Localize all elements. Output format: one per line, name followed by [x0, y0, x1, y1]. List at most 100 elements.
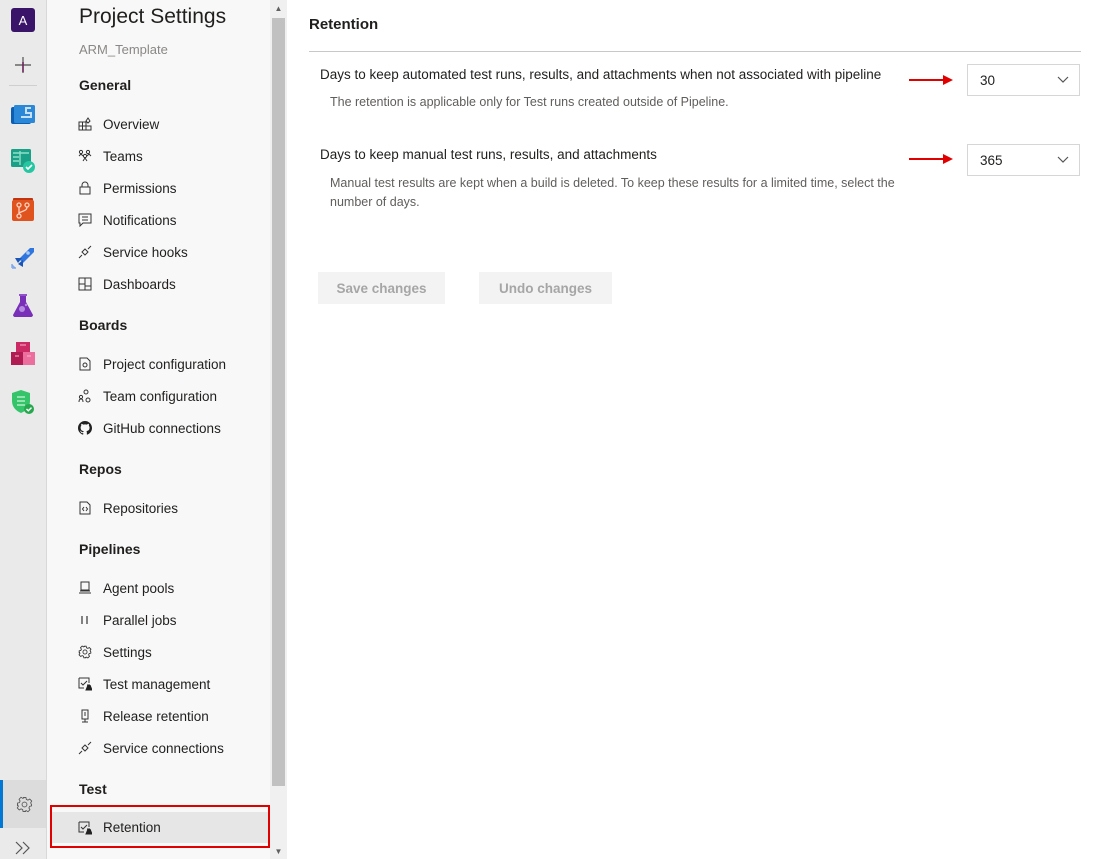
- annotation-arrow-icon: [909, 154, 953, 164]
- save-changes-button[interactable]: Save changes: [318, 272, 445, 304]
- nav-item-label: Service hooks: [103, 244, 188, 260]
- undo-changes-button[interactable]: Undo changes: [479, 272, 612, 304]
- nav-item-label: Repositories: [103, 500, 179, 516]
- automated-retention-dropdown[interactable]: 30: [967, 64, 1080, 96]
- nav-item-label: Teams: [103, 148, 143, 164]
- nav-item-agent-pools[interactable]: Agent pools: [75, 574, 270, 602]
- nav-group-pipelines: Pipelines: [79, 541, 141, 557]
- release-icon: [81, 709, 89, 723]
- rail-repos[interactable]: [0, 194, 46, 226]
- nav-item-dashboards[interactable]: Dashboards: [75, 270, 270, 298]
- gear-icon: [16, 796, 33, 812]
- plus-icon: [15, 57, 31, 73]
- nav-item-team-configuration[interactable]: Team configuration: [75, 382, 270, 410]
- dashboard-icon: [78, 277, 92, 291]
- nav-item-label: GitHub connections: [103, 420, 221, 436]
- rail-overview[interactable]: [0, 98, 46, 130]
- lock-icon: [79, 181, 91, 195]
- repos-icon: [12, 198, 34, 221]
- nav-item-project-configuration[interactable]: Project configuration: [75, 350, 270, 378]
- rail-test-plans[interactable]: [0, 290, 46, 322]
- manual-retention-description: Manual test results are kept when a buil…: [330, 176, 895, 209]
- rail-divider: [9, 85, 37, 86]
- nav-item-label: Agent pools: [103, 580, 175, 596]
- chevron-down-icon: [1057, 156, 1069, 163]
- test-plans-icon: [13, 294, 33, 317]
- nav-item-label: Overview: [103, 116, 160, 132]
- code-file-icon: [79, 501, 91, 515]
- nav-item-repositories[interactable]: Repositories: [75, 494, 270, 522]
- gear-icon: [78, 645, 92, 659]
- main-content: Retention Days to keep automated test ru…: [288, 0, 1094, 859]
- overview-icon: [78, 117, 92, 131]
- nav-item-permissions[interactable]: Permissions: [75, 174, 270, 202]
- rail-boards[interactable]: [0, 145, 46, 177]
- nav-item-label: Permissions: [103, 180, 177, 196]
- team-gear-icon: [78, 389, 91, 403]
- project-name: ARM_Template: [79, 42, 168, 57]
- org-avatar[interactable]: A: [0, 4, 46, 36]
- org-initial: A: [11, 8, 35, 32]
- rail-security[interactable]: [0, 386, 46, 418]
- manual-retention-dropdown[interactable]: 365: [967, 144, 1080, 176]
- nav-item-label: Release retention: [103, 708, 209, 724]
- chevron-down-icon: [1057, 76, 1069, 83]
- github-icon: [78, 421, 92, 435]
- rail-project-settings[interactable]: [0, 780, 46, 828]
- page-title: Retention: [309, 16, 379, 33]
- nav-item-teams[interactable]: Teams: [75, 142, 270, 170]
- nav-group-repos: Repos: [79, 461, 122, 477]
- nav-item-test-management[interactable]: Test management: [75, 670, 270, 698]
- nav-scrollbar-thumb[interactable]: [272, 18, 285, 786]
- nav-group-general: General: [79, 77, 132, 93]
- nav-item-service-connections[interactable]: Service connections: [75, 734, 270, 762]
- security-shield-icon: [12, 390, 34, 414]
- nav-group-test: Test: [79, 781, 107, 797]
- dropdown-value: 30: [980, 72, 996, 88]
- settings-nav: Project Settings ARM_Template General Ov…: [47, 0, 287, 859]
- manual-retention-label: Days to keep manual test runs, results, …: [320, 147, 657, 162]
- plug-icon: [78, 741, 92, 755]
- automated-retention-description: The retention is applicable only for Tes…: [330, 95, 729, 109]
- overview-icon: [11, 105, 35, 124]
- plug-icon: [78, 245, 92, 259]
- expand-rail-button[interactable]: [0, 836, 46, 859]
- parallel-icon: [81, 616, 88, 624]
- nav-item-label: Retention: [103, 820, 161, 835]
- test-icon: [78, 821, 92, 834]
- nav-item-label: Settings: [103, 644, 152, 660]
- test-icon: [78, 677, 92, 691]
- teams-icon: [78, 149, 92, 162]
- nav-item-label: Team configuration: [103, 388, 218, 404]
- nav-item-pipeline-settings[interactable]: Settings: [75, 638, 270, 666]
- dropdown-value: 365: [980, 152, 1003, 168]
- nav-item-label: Service connections: [103, 740, 224, 756]
- scroll-down-arrow-icon[interactable]: ▼: [270, 843, 287, 859]
- nav-item-label: Dashboards: [103, 276, 176, 292]
- boards-icon: [11, 149, 35, 173]
- nav-item-parallel-jobs[interactable]: Parallel jobs: [75, 606, 270, 634]
- nav-item-service-hooks[interactable]: Service hooks: [75, 238, 270, 266]
- rail-pipelines[interactable]: [0, 242, 46, 274]
- nav-item-label: Test management: [103, 676, 211, 692]
- nav-item-overview[interactable]: Overview: [75, 110, 270, 138]
- nav-item-github-connections[interactable]: GitHub connections: [75, 414, 270, 442]
- chat-icon: [78, 213, 92, 227]
- nav-item-notifications[interactable]: Notifications: [75, 206, 270, 234]
- pipelines-icon: [11, 248, 34, 269]
- rail-artifacts[interactable]: [0, 338, 46, 370]
- nav-item-label: Parallel jobs: [103, 612, 177, 628]
- automated-retention-label: Days to keep automated test runs, result…: [320, 67, 882, 82]
- nav-title: Project Settings: [79, 5, 227, 28]
- new-project-button[interactable]: [0, 49, 46, 81]
- title-divider: [309, 51, 1081, 52]
- double-chevron-right-icon: [15, 841, 30, 854]
- nav-item-release-retention[interactable]: Release retention: [75, 702, 270, 730]
- nav-item-retention[interactable]: Retention: [52, 812, 270, 843]
- nav-group-boards: Boards: [79, 317, 128, 333]
- scroll-up-arrow-icon[interactable]: ▲: [270, 0, 287, 16]
- annotation-arrow-icon: [909, 75, 953, 85]
- nav-item-label: Notifications: [103, 212, 177, 228]
- doc-gear-icon: [79, 357, 91, 371]
- agent-icon: [79, 581, 91, 594]
